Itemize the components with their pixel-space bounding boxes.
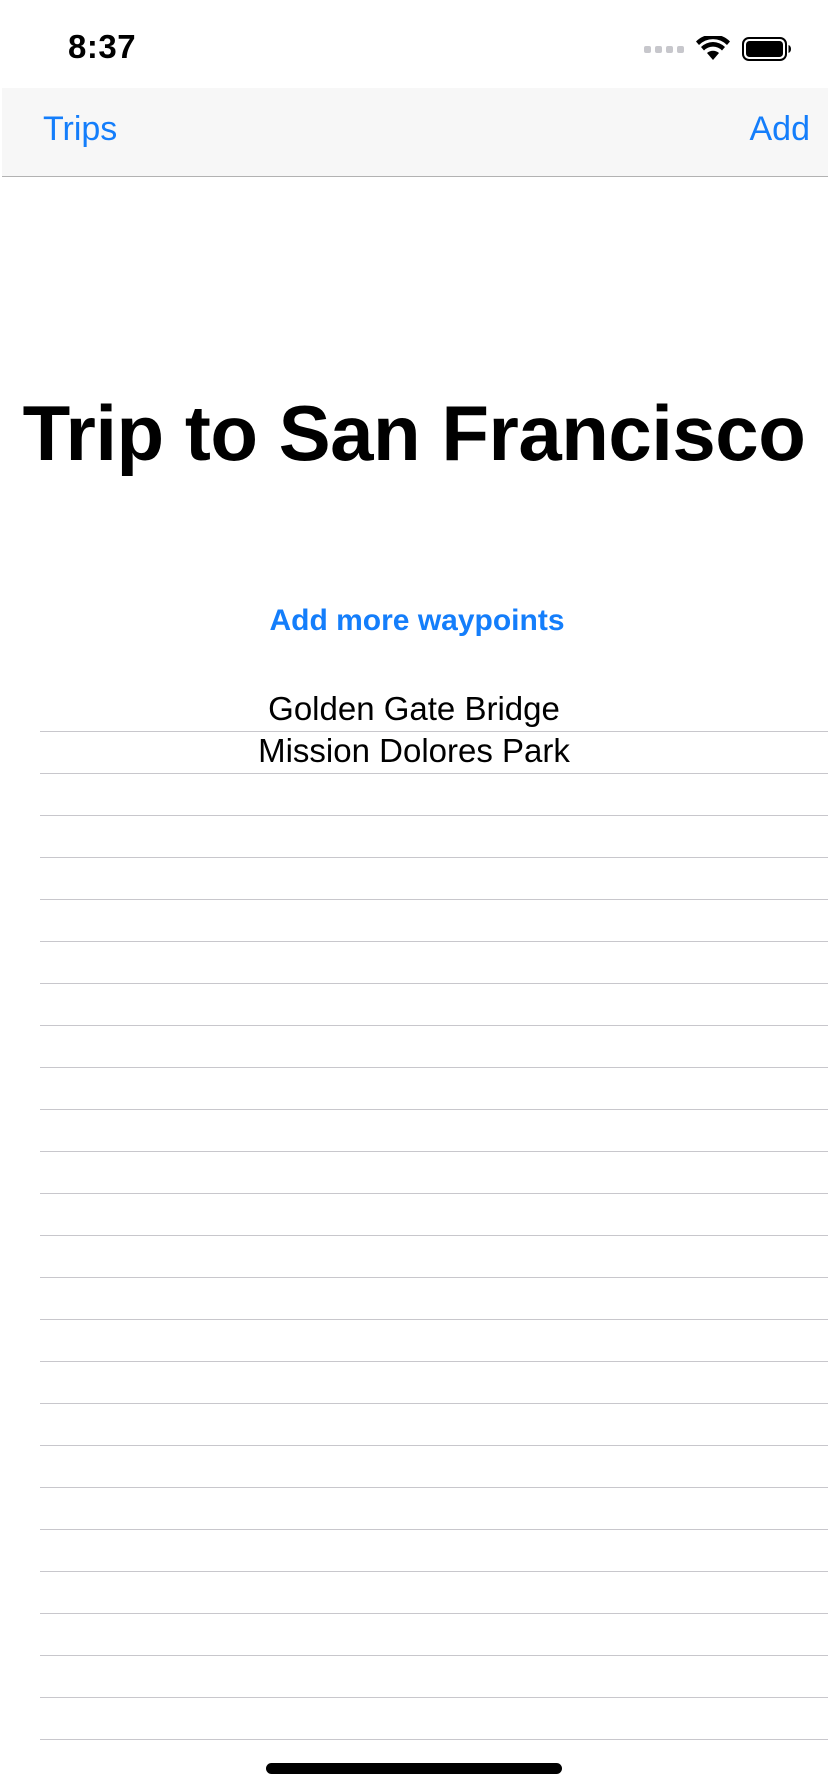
status-bar: 8:37 [0, 0, 828, 88]
empty-row[interactable] [40, 1320, 828, 1362]
battery-icon [742, 37, 791, 61]
empty-row[interactable] [40, 1110, 828, 1152]
waypoint-label: Mission Dolores Park [258, 732, 570, 769]
empty-row[interactable] [40, 900, 828, 942]
add-button[interactable]: Add [750, 110, 811, 149]
empty-row[interactable] [40, 1278, 828, 1320]
add-waypoints-button[interactable]: Add more waypoints [0, 604, 828, 638]
back-button-trips[interactable]: Trips [43, 110, 117, 149]
status-time: 8:37 [68, 28, 137, 65]
page-title: Trip to San Francisco [22, 389, 806, 477]
empty-row[interactable] [40, 942, 828, 984]
empty-row[interactable] [40, 1362, 828, 1404]
wifi-icon [696, 36, 730, 60]
empty-row[interactable] [40, 858, 828, 900]
empty-row[interactable] [40, 1194, 828, 1236]
empty-row[interactable] [40, 1446, 828, 1488]
empty-row[interactable] [40, 1572, 828, 1614]
waypoint-label: Golden Gate Bridge [268, 690, 560, 727]
empty-row[interactable] [40, 1026, 828, 1068]
empty-row[interactable] [40, 1068, 828, 1110]
empty-row[interactable] [40, 1698, 828, 1740]
empty-row[interactable] [40, 1488, 828, 1530]
empty-row[interactable] [40, 774, 828, 816]
empty-row[interactable] [40, 1236, 828, 1278]
waypoint-list[interactable]: Golden Gate Bridge Mission Dolores Park [40, 690, 828, 1740]
status-icons [644, 36, 792, 62]
empty-row[interactable] [40, 1656, 828, 1698]
empty-row[interactable] [40, 1530, 828, 1572]
empty-row[interactable] [40, 816, 828, 858]
empty-row[interactable] [40, 1152, 828, 1194]
trip-detail-screen: 8:37 Trips Add Trip to San Francisco Add… [0, 0, 828, 1792]
home-indicator [266, 1763, 562, 1774]
empty-row[interactable] [40, 1614, 828, 1656]
cellular-signal-icon [644, 45, 684, 53]
waypoint-row[interactable]: Mission Dolores Park [40, 732, 828, 774]
empty-row[interactable] [40, 984, 828, 1026]
navigation-bar: Trips Add [2, 88, 828, 177]
waypoint-row[interactable]: Golden Gate Bridge [40, 690, 828, 732]
empty-row[interactable] [40, 1404, 828, 1446]
